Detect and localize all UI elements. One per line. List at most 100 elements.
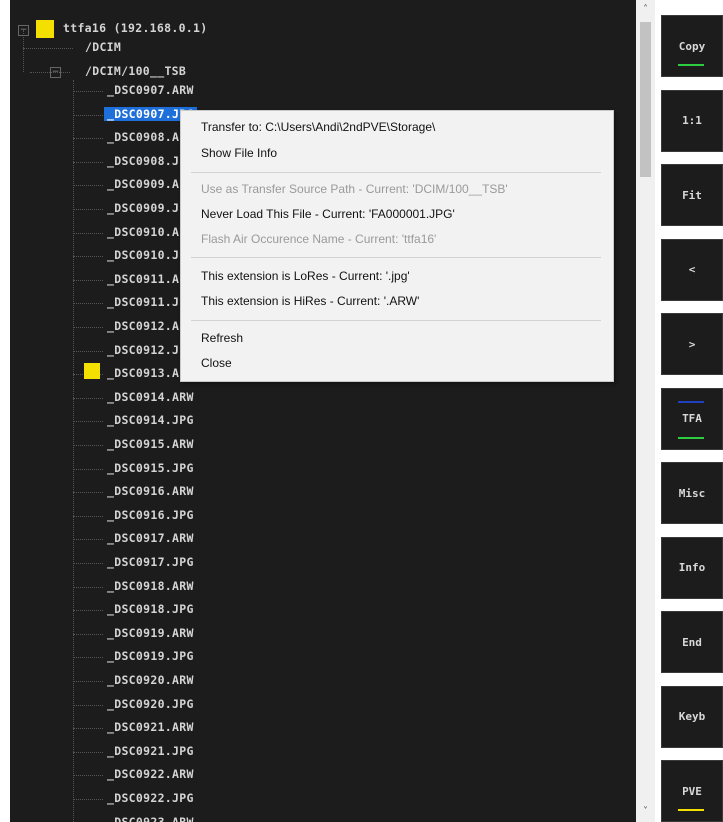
tree-file-item[interactable]: _DSC0919.ARW (104, 624, 197, 643)
previous-button[interactable]: < (661, 238, 723, 301)
menu-item-show-file-info[interactable]: Show File Info (201, 143, 277, 163)
tree-line (73, 256, 103, 258)
tree-root[interactable]: ttfa16 (192.168.0.1) (60, 19, 210, 38)
next-button[interactable]: > (661, 313, 723, 375)
tree-file-item[interactable]: _DSC0921.JPG (104, 742, 197, 761)
side-button-label: PVE (682, 784, 702, 798)
chevron-down-icon[interactable]: ˅ (636, 804, 655, 820)
tree-line (73, 303, 103, 305)
tree-line (73, 586, 103, 588)
side-button-fit[interactable]: Fit (661, 164, 723, 226)
file-label: _DSC0922.JPG (107, 791, 194, 805)
tree-line (73, 515, 103, 517)
file-label: _DSC0918.ARW (107, 578, 194, 593)
tree-line (73, 799, 103, 800)
file-label: _DSC0914.JPG (107, 413, 194, 428)
tree-file-item[interactable]: _DSC0923.ARW (104, 813, 197, 822)
folder-label: /DCIM/100__TSB (85, 64, 187, 78)
side-button-tfa[interactable]: TFA (661, 387, 723, 450)
collapse-icon[interactable]: − (50, 67, 61, 78)
chevron-up-icon[interactable]: ˄ (636, 2, 655, 18)
side-button-info[interactable]: Info (661, 536, 723, 599)
tree-file-item[interactable]: _DSC0922.ARW (104, 765, 197, 784)
menu-item-flash-air-name: Flash Air Occurence Name - Current: 'ttf… (201, 232, 437, 246)
tree-file-item[interactable]: _DSC0920.JPG (104, 695, 197, 714)
tree-file-item[interactable]: _DSC0921.ARW (104, 718, 197, 737)
tree-file-item[interactable]: _DSC0916.ARW (104, 482, 197, 501)
context-menu: Transfer to: C:\Users\Andi\2ndPVE\Storag… (180, 110, 614, 382)
file-label: _DSC0922.ARW (107, 767, 194, 782)
tree-line (73, 610, 103, 612)
menu-item-lores-extension[interactable]: This extension is LoRes - Current: '.jpg… (201, 266, 410, 286)
side-button-label: < (688, 263, 696, 276)
tree-file-item[interactable]: _DSC0922.JPG (104, 789, 197, 808)
menu-item-refresh[interactable]: Refresh (201, 328, 243, 348)
tree-file-item[interactable]: _DSC0918.ARW (104, 577, 197, 596)
tree-line (73, 539, 103, 541)
file-label: _DSC0923.ARW (107, 814, 194, 822)
menu-separator (191, 172, 601, 173)
tree-file-item[interactable]: _DSC0917.ARW (104, 529, 197, 548)
tree-line (73, 681, 103, 682)
menu-item-never-load-file[interactable]: Never Load This File - Current: 'FA00000… (201, 204, 455, 224)
file-label: _DSC0921.ARW (107, 720, 194, 735)
folder-label: /DCIM (85, 40, 122, 54)
tree-line (73, 138, 103, 140)
tree-line (73, 350, 103, 352)
side-button-label: Info (678, 561, 706, 574)
tree-line (73, 185, 103, 187)
side-button-label: End (682, 635, 702, 649)
zoom-1-1-button[interactable]: 1:1 (661, 89, 723, 152)
side-button-label: Copy (678, 39, 706, 53)
tree-line (23, 48, 73, 49)
side-button-pve[interactable]: PVE (661, 760, 723, 822)
tree-file-item[interactable]: _DSC0914.JPG (104, 411, 197, 430)
side-button-copy[interactable]: Copy (661, 15, 723, 77)
tree-folder-dcim[interactable]: /DCIM (82, 38, 124, 57)
file-label: _DSC0920.JPG (107, 696, 194, 711)
tree-line (73, 114, 103, 116)
file-label: _DSC0916.JPG (107, 507, 194, 522)
accent-underline (678, 809, 704, 811)
tree-line (73, 421, 103, 423)
tree-line (73, 397, 103, 399)
file-label: _DSC0918.JPG (107, 602, 194, 617)
tree-line (73, 492, 103, 494)
side-button-misc[interactable]: Misc (661, 462, 723, 524)
tree-line (73, 327, 103, 328)
tree-file-item[interactable]: _DSC0915.JPG (104, 459, 197, 478)
file-label: _DSC0916.ARW (107, 484, 194, 499)
accent-overline (678, 400, 704, 403)
tree-line (73, 279, 103, 281)
file-label: _DSC0921.JPG (107, 743, 194, 758)
scrollbar-thumb[interactable] (640, 22, 651, 177)
side-button-keyb[interactable]: Keyb (661, 685, 723, 748)
file-label: _DSC0907.ARW (107, 83, 194, 97)
tree-file-item[interactable]: _DSC0914.ARW (104, 388, 197, 407)
file-marker-icon (84, 363, 100, 379)
menu-item-hires-extension[interactable]: This extension is HiRes - Current: '.ARW… (201, 291, 419, 311)
file-label: _DSC0914.ARW (107, 389, 194, 404)
tree-file-item[interactable]: _DSC0920.ARW (104, 671, 197, 690)
tree-line (73, 232, 103, 234)
tree-folder-subfolder[interactable]: /DCIM/100__TSB (82, 62, 189, 81)
tree-file-item[interactable]: _DSC0917.JPG (104, 553, 197, 572)
menu-item-use-as-source-path: Use as Transfer Source Path - Current: '… (201, 182, 508, 196)
menu-item-transfer-to[interactable]: Transfer to: C:\Users\Andi\2ndPVE\Storag… (201, 117, 435, 137)
device-marker-icon (36, 20, 54, 38)
vertical-scrollbar[interactable]: ˄ ˅ (636, 0, 655, 822)
tree-line (73, 751, 103, 753)
collapse-icon[interactable]: − (18, 25, 29, 36)
tree-file-item[interactable]: _DSC0918.JPG (104, 600, 197, 619)
tree-file-item[interactable]: _DSC0916.JPG (104, 506, 197, 525)
tree-file-item[interactable]: _DSC0919.JPG (104, 647, 197, 666)
tree-root-label: ttfa16 (192.168.0.1) (63, 21, 208, 35)
side-button-end[interactable]: End (661, 611, 723, 673)
side-button-label: Keyb (678, 710, 706, 723)
tree-file-item[interactable]: _DSC0915.ARW (104, 435, 197, 454)
tree-file-item[interactable]: _DSC0907.ARW (104, 81, 197, 100)
menu-item-close[interactable]: Close (201, 353, 232, 373)
side-button-label: 1:1 (682, 114, 702, 127)
tree-line (73, 80, 74, 822)
file-label: _DSC0915.JPG (107, 460, 194, 475)
